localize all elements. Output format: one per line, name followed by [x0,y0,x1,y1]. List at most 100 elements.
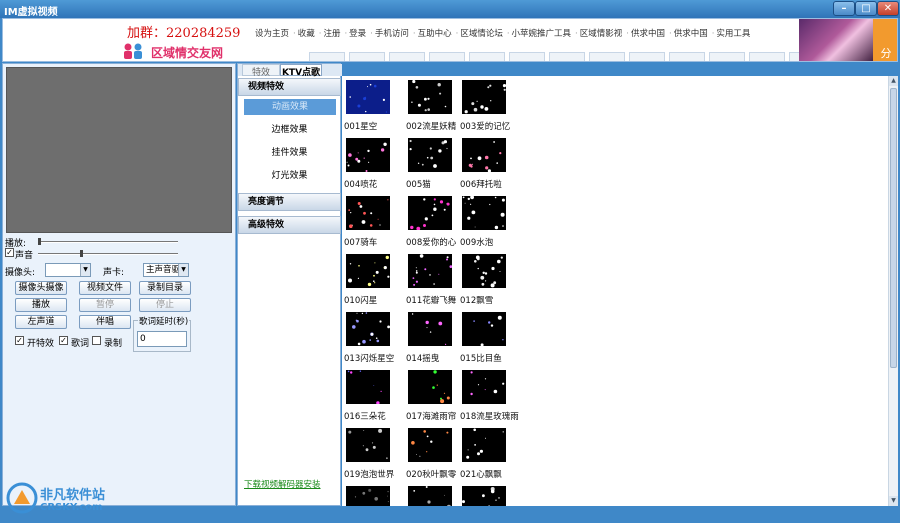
banner-tab[interactable] [709,52,745,61]
effect-thumbnail[interactable] [346,370,390,404]
effect-item[interactable]: 003爱的记忆 [460,78,516,134]
minimize-button[interactable]: – [833,1,855,16]
effect-item[interactable]: 015比目鱼 [460,310,516,366]
accompany-button[interactable]: 伴唱 [79,315,131,329]
effect-item[interactable]: 018流星玫瑰雨 [460,368,519,424]
effect-item[interactable]: 009水泡 [460,194,516,250]
banner-tab[interactable] [669,52,705,61]
pause-button[interactable]: 暂停 [79,298,131,312]
effect-item[interactable]: 014摇曳 [406,310,462,366]
subitem-pendant[interactable]: 挂件效果 [238,145,341,161]
effect-item[interactable] [406,484,462,506]
subitem-border[interactable]: 边框效果 [238,122,341,138]
scroll-thumb[interactable] [890,88,897,368]
effect-thumbnail[interactable] [462,196,506,230]
effect-item[interactable] [460,484,516,506]
effect-item[interactable]: 007骑车 [344,194,400,250]
effect-thumbnail[interactable] [346,254,390,288]
left-channel-button[interactable]: 左声道 [15,315,67,329]
volume-checkbox[interactable]: ✓ [5,248,14,257]
scroll-up-icon[interactable]: ▲ [889,76,898,86]
effect-thumbnail[interactable] [346,196,390,230]
effect-item[interactable]: 006拜托啦 [460,136,516,192]
scroll-down-icon[interactable]: ▼ [889,496,898,506]
close-button[interactable]: ✕ [877,1,899,16]
effect-item[interactable]: 016三朵花 [344,368,400,424]
effect-item[interactable]: 021心飘飘 [460,426,516,482]
download-decoder-link[interactable]: 下载视频解码器安装 [244,478,321,490]
title-bar[interactable]: IM虚拟视频 – □ ✕ [0,0,900,18]
volume-slider[interactable] [38,250,178,257]
banner-nav-link[interactable]: 登录 [349,27,366,39]
effect-thumbnail[interactable] [462,80,506,114]
effect-item[interactable]: 008爱你的心 [406,194,462,250]
effect-thumbnail[interactable] [462,486,506,506]
play-progress-thumb[interactable] [38,238,41,245]
effect-item[interactable]: 019泡泡世界 [344,426,400,482]
enable-effects-checkbox[interactable]: ✓ [15,336,24,345]
video-file-button[interactable]: 视频文件 [79,281,131,295]
effect-thumbnail[interactable] [462,138,506,172]
effect-thumbnail[interactable] [346,312,390,346]
play-button[interactable]: 播放 [15,298,67,312]
soundcard-select[interactable]: 主声音驱 ▼ [143,263,189,277]
banner-nav-link[interactable]: 互助中心 [418,27,452,39]
camera-select[interactable]: ▼ [45,263,91,277]
category-advanced[interactable]: 高级特效 [238,216,341,234]
subitem-animation[interactable]: 动画效果 [244,99,336,115]
effect-item[interactable]: 005猫 [406,136,462,192]
banner-tab[interactable] [549,52,585,61]
category-brightness[interactable]: 亮度调节 [238,193,341,211]
banner-nav-link[interactable]: 实用工具 [716,27,750,39]
banner-tab[interactable] [509,52,545,61]
effect-thumbnail[interactable] [346,486,390,506]
effect-item[interactable]: 001星空 [344,78,400,134]
banner-tab[interactable] [429,52,465,61]
subitem-lighting[interactable]: 灯光效果 [238,168,341,184]
effect-thumbnail[interactable] [462,254,506,288]
effect-item[interactable]: 013闪烁星空 [344,310,400,366]
banner-nav-link[interactable]: 收藏 [298,27,315,39]
stop-button[interactable]: 停止 [139,298,191,312]
banner-tab[interactable] [309,52,345,61]
effect-item[interactable]: 010闪星 [344,252,400,308]
effect-thumbnail[interactable] [346,138,390,172]
banner-tab[interactable] [629,52,665,61]
play-progress-slider[interactable] [38,238,178,245]
banner-tab[interactable] [589,52,625,61]
volume-thumb[interactable] [80,250,83,257]
site-logo[interactable]: 区域情交友网 [121,41,249,61]
effect-item[interactable] [344,484,400,506]
banner-nav-link[interactable]: 小苹婉推广工具 [512,27,572,39]
banner-nav-link[interactable]: 区域情影视 [580,27,623,39]
banner-tab[interactable] [349,52,385,61]
lyrics-delay-input[interactable]: 0 [137,331,187,347]
banner-nav-link[interactable]: 供求中国 [631,27,665,39]
effect-item[interactable]: 020秋叶飘零 [406,426,462,482]
banner-tab[interactable] [469,52,505,61]
category-video-effects[interactable]: 视频特效 [238,78,341,96]
banner-nav-link[interactable]: 手机访问 [375,27,409,39]
effect-thumbnail[interactable] [408,486,452,506]
record-dir-button[interactable]: 录制目录 [139,281,191,295]
effect-thumbnail[interactable] [408,254,452,288]
banner-tab[interactable] [389,52,425,61]
effect-thumbnail[interactable] [346,80,390,114]
tab-ktv[interactable]: KTV点歌 [280,64,322,78]
effect-thumbnail[interactable] [462,312,506,346]
effect-item[interactable]: 011花瓣飞舞 [406,252,462,308]
maximize-button[interactable]: □ [855,1,877,16]
effects-scrollbar[interactable]: ▲ ▼ [888,76,898,506]
effect-thumbnail[interactable] [408,196,452,230]
effect-thumbnail[interactable] [408,428,452,462]
effect-thumbnail[interactable] [462,370,506,404]
effect-thumbnail[interactable] [408,80,452,114]
banner-nav-link[interactable]: 供求中国 [674,27,708,39]
effect-thumbnail[interactable] [346,428,390,462]
banner-tab[interactable] [749,52,785,61]
banner-nav-link[interactable]: 区域情论坛 [460,27,503,39]
lyrics-checkbox[interactable]: ✓ [59,336,68,345]
effect-thumbnail[interactable] [408,312,452,346]
banner-avatar-image[interactable] [799,19,873,61]
record-checkbox[interactable] [92,336,101,345]
